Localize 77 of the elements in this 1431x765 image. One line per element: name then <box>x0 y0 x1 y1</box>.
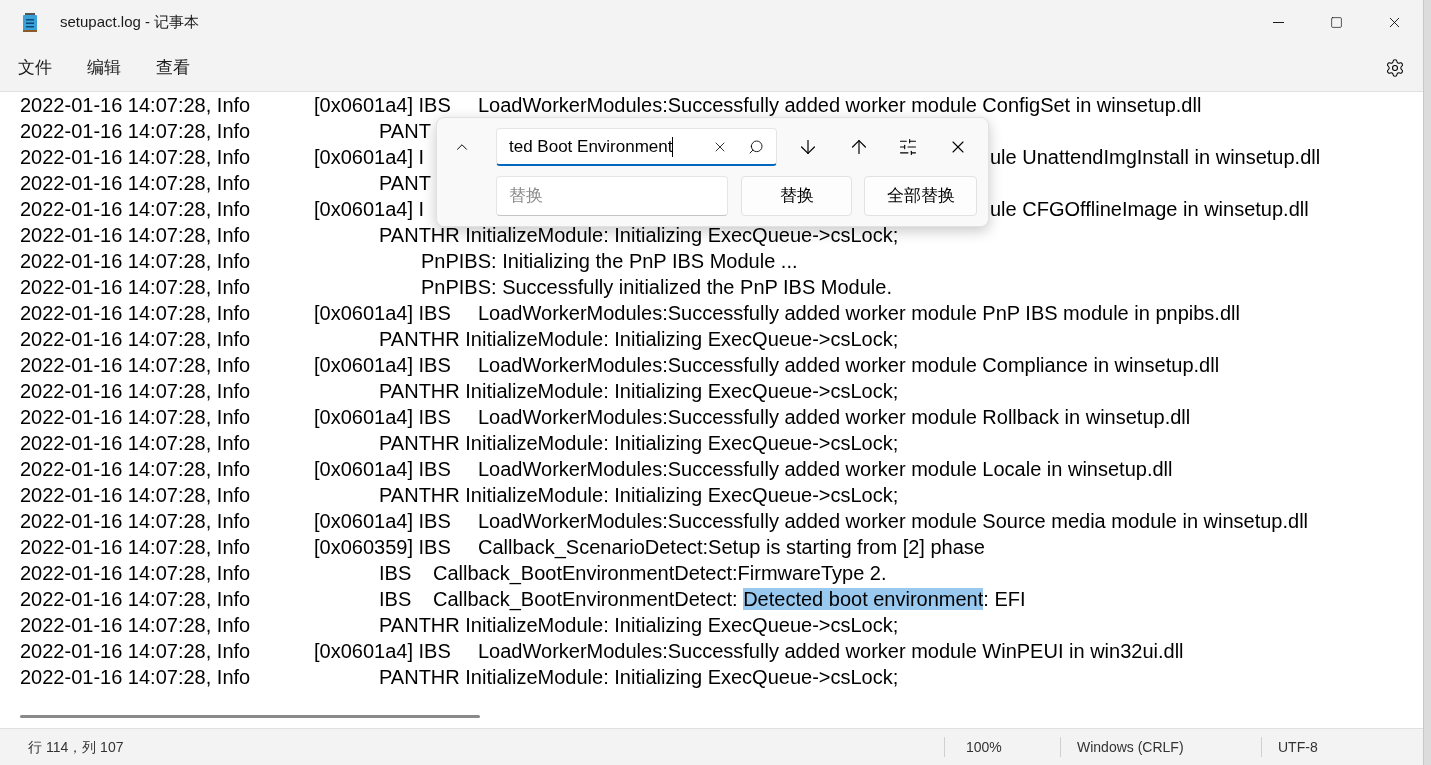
log-source: [0x0601a4] IBS <box>314 353 452 378</box>
log-message: PnPIBS: Initializing the PnP IBS Module ... <box>421 249 798 274</box>
log-message: PANTHR InitializeModule: Initializing ExecQueue->csLock; <box>379 379 899 404</box>
search-field[interactable]: ted Boot Environment <box>496 128 777 166</box>
log-message: PANTHR InitializeModule: Initializing ExecQueue->csLock; <box>379 223 899 248</box>
log-timestamp: 2022-01-16 14:07:28, Info <box>20 249 252 274</box>
zoom-level: 100% <box>966 737 1003 757</box>
line-ending: Windows (CRLF) <box>1077 737 1185 757</box>
cursor-position: 行 114，列 107 <box>28 737 125 757</box>
log-timestamp: 2022-01-16 14:07:28, Info <box>20 353 252 378</box>
log-source: [0x0601a4] IBS <box>314 301 452 326</box>
menu-item[interactable]: 查看 <box>146 51 200 85</box>
log-timestamp: 2022-01-16 14:07:28, Info <box>20 639 252 664</box>
log-message: Callback_BootEnvironmentDetect:FirmwareType 2. <box>433 561 887 587</box>
log-timestamp: 2022-01-16 14:07:28, Info <box>20 145 252 170</box>
replace-button[interactable]: 替换 <box>741 176 852 216</box>
log-message: LoadWorkerModules:Successfully added worker module WinPEUI in win32ui.dll <box>478 639 1184 664</box>
log-source: [0x0601a4] IBS <box>314 509 452 534</box>
log-message: ule CFGOfflineImage in winsetup.dll <box>990 197 1309 222</box>
log-source: [0x0601a4] IBS <box>314 405 452 430</box>
log-timestamp: 2022-01-16 14:07:28, Info <box>20 93 252 118</box>
log-message: PnPIBS: Successfully initialized the PnP IBS Module. <box>421 275 892 300</box>
replace-all-button[interactable]: 全部替换 <box>864 176 977 216</box>
log-timestamp: 2022-01-16 14:07:28, Info <box>20 665 252 690</box>
log-timestamp: 2022-01-16 14:07:28, Info <box>20 483 252 508</box>
minimize-icon <box>1272 22 1284 23</box>
replace-field[interactable]: 替换 <box>496 176 728 216</box>
log-timestamp: 2022-01-16 14:07:28, Info <box>20 379 252 404</box>
log-timestamp: 2022-01-16 14:07:28, Info <box>20 119 252 144</box>
log-message: PANTHR InitializeModule: Initializing ExecQueue->csLock; <box>379 431 899 456</box>
log-timestamp: 2022-01-16 14:07:28, Info <box>20 561 252 586</box>
log-message: PANTHR InitializeModule: Initializing ExecQueue->csLock; <box>379 613 899 638</box>
log-message: LoadWorkerModules:Successfully added worker module Source media module in winsetup.dll <box>478 509 1309 534</box>
log-timestamp: 2022-01-16 14:07:28, Info <box>20 301 252 326</box>
log-message: PANT <box>379 171 431 196</box>
log-message: PANT <box>379 119 431 144</box>
settings-icon[interactable] <box>1385 58 1405 78</box>
scrollbar-thumb[interactable] <box>20 715 480 718</box>
log-message: LoadWorkerModules:Successfully added worker module Locale in winsetup.dll <box>478 457 1173 482</box>
log-timestamp: 2022-01-16 14:07:28, Info <box>20 431 252 456</box>
log-source: [0x0601a4] I <box>314 197 425 222</box>
window-title: setupact.log - 记事本 <box>60 12 200 33</box>
log-timestamp: 2022-01-16 14:07:28, Info <box>20 405 252 430</box>
log-timestamp: 2022-01-16 14:07:28, Info <box>20 275 252 300</box>
log-timestamp: 2022-01-16 14:07:28, Info <box>20 197 252 222</box>
log-source: [0x060359] IBS <box>314 535 452 560</box>
log-source: IBS <box>379 587 413 612</box>
log-source: [0x0601a4] I <box>314 145 425 170</box>
log-message: PANTHR InitializeModule: Initializing ExecQueue->csLock; <box>379 665 899 690</box>
menu-item[interactable]: 文件 <box>8 51 62 85</box>
log-message: Callback_ScenarioDetect:Setup is starting from [2] phase <box>478 535 985 561</box>
log-timestamp: 2022-01-16 14:07:28, Info <box>20 457 252 482</box>
log-timestamp: 2022-01-16 14:07:28, Info <box>20 509 252 534</box>
log-source: [0x0601a4] IBS <box>314 639 452 664</box>
encoding: UTF-8 <box>1278 737 1318 757</box>
log-timestamp: 2022-01-16 14:07:28, Info <box>20 327 252 352</box>
log-message: LoadWorkerModules:Successfully added worker module Rollback in winsetup.dll <box>478 405 1191 430</box>
log-timestamp: 2022-01-16 14:07:28, Info <box>20 171 252 196</box>
log-timestamp: 2022-01-16 14:07:28, Info <box>20 223 252 248</box>
menu-item[interactable]: 编辑 <box>77 51 131 85</box>
log-source: [0x0601a4] IBS <box>314 93 452 118</box>
search-icon[interactable] <box>748 138 764 155</box>
log-message: ule UnattendImgInstall in winsetup.dll <box>990 145 1321 170</box>
log-message: LoadWorkerModules:Successfully added worker module Compliance in winsetup.dll <box>478 353 1220 378</box>
log-message: LoadWorkerModules:Successfully added worker module PnP IBS module in pnpibs.dll <box>478 301 1240 326</box>
log-source: [0x0601a4] IBS <box>314 457 452 482</box>
sliders-icon <box>898 137 918 157</box>
log-timestamp: 2022-01-16 14:07:28, Info <box>20 587 252 612</box>
log-message: LoadWorkerModules:Successfully added worker module ConfigSet in winsetup.dll <box>478 93 1202 118</box>
maximize-icon <box>1329 16 1343 29</box>
log-message: PANTHR InitializeModule: Initializing ExecQueue->csLock; <box>379 327 899 352</box>
notepad-icon <box>22 12 38 33</box>
log-message: PANTHR InitializeModule: Initializing ExecQueue->csLock; <box>379 483 899 508</box>
log-timestamp: 2022-01-16 14:07:28, Info <box>20 535 252 560</box>
log-message: Callback_BootEnvironmentDetect: Detected boot environment: EFI <box>433 587 1026 613</box>
log-timestamp: 2022-01-16 14:07:28, Info <box>20 613 252 638</box>
log-source: IBS <box>379 561 413 586</box>
